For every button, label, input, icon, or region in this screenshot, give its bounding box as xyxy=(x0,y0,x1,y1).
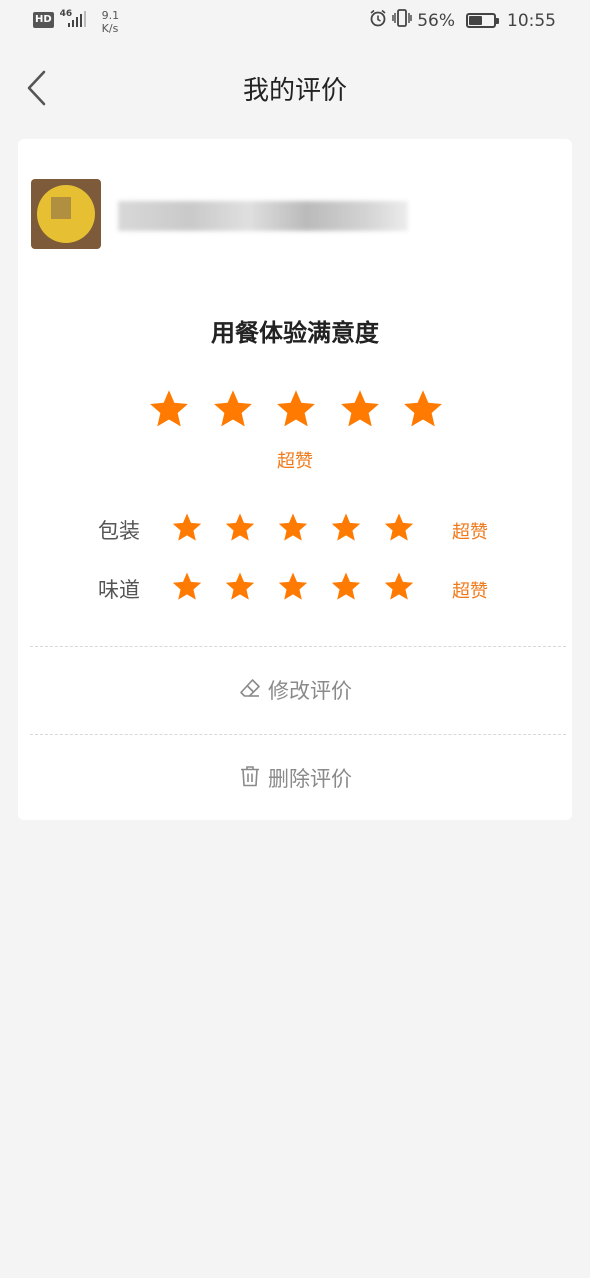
star-icon[interactable] xyxy=(400,387,446,435)
star-icon[interactable] xyxy=(382,570,416,607)
rating-row-taste: 味道 超赞 xyxy=(98,568,518,608)
shop-avatar[interactable] xyxy=(31,179,101,249)
star-icon[interactable] xyxy=(329,511,363,548)
star-icon[interactable] xyxy=(170,511,204,548)
vibrate-icon xyxy=(392,9,412,32)
rating-row-value: 超赞 xyxy=(452,581,488,602)
battery-fill xyxy=(469,16,483,25)
overall-rating-label: 超赞 xyxy=(277,451,313,472)
signal-icon: 46 xyxy=(60,9,90,29)
hd-badge: HD xyxy=(33,12,54,28)
status-left: HD 46 9.1 K/s xyxy=(33,9,119,35)
packaging-rating-stars[interactable] xyxy=(170,511,416,548)
rating-row-label: 味道 xyxy=(98,578,140,602)
alarm-icon xyxy=(369,9,387,32)
battery-percent: 56% xyxy=(417,10,455,31)
nav-bar: 我的评价 xyxy=(0,48,590,130)
star-icon[interactable] xyxy=(329,570,363,607)
trash-icon xyxy=(238,764,262,793)
star-icon[interactable] xyxy=(170,570,204,607)
satisfaction-title: 用餐体验满意度 xyxy=(211,319,379,347)
speed-value: 9.1 xyxy=(101,9,120,22)
rating-row-packaging: 包装 超赞 xyxy=(98,509,518,549)
taste-rating-stars[interactable] xyxy=(170,570,416,607)
status-bar: HD 46 9.1 K/s 56% 10:55 xyxy=(0,0,590,42)
status-time: 10:55 xyxy=(507,10,556,31)
battery-icon xyxy=(466,13,499,28)
shop-name-blurred[interactable] xyxy=(118,201,408,231)
star-icon[interactable] xyxy=(273,387,319,435)
review-card: 用餐体验满意度 超赞 包装 超赞 味道 超赞 修改评价 删除评价 xyxy=(18,139,572,820)
rating-row-label: 包装 xyxy=(98,519,140,543)
star-icon[interactable] xyxy=(382,511,416,548)
status-right: 56% 10:55 xyxy=(369,9,556,32)
star-icon[interactable] xyxy=(337,387,383,435)
page-title: 我的评价 xyxy=(242,76,347,106)
star-icon[interactable] xyxy=(210,387,256,435)
delete-review-button[interactable]: 删除评价 xyxy=(18,735,572,821)
overall-rating-stars[interactable] xyxy=(146,387,446,435)
delete-review-label: 删除评价 xyxy=(268,767,352,791)
star-icon[interactable] xyxy=(146,387,192,435)
edit-review-label: 修改评价 xyxy=(268,679,352,703)
star-icon[interactable] xyxy=(276,570,310,607)
speed-unit: K/s xyxy=(101,22,119,35)
star-icon[interactable] xyxy=(276,511,310,548)
network-speed: 9.1 K/s xyxy=(102,9,120,35)
star-icon[interactable] xyxy=(223,570,257,607)
rating-row-value: 超赞 xyxy=(452,522,488,543)
eraser-icon xyxy=(238,676,262,705)
star-icon[interactable] xyxy=(223,511,257,548)
edit-review-button[interactable]: 修改评价 xyxy=(18,647,572,733)
